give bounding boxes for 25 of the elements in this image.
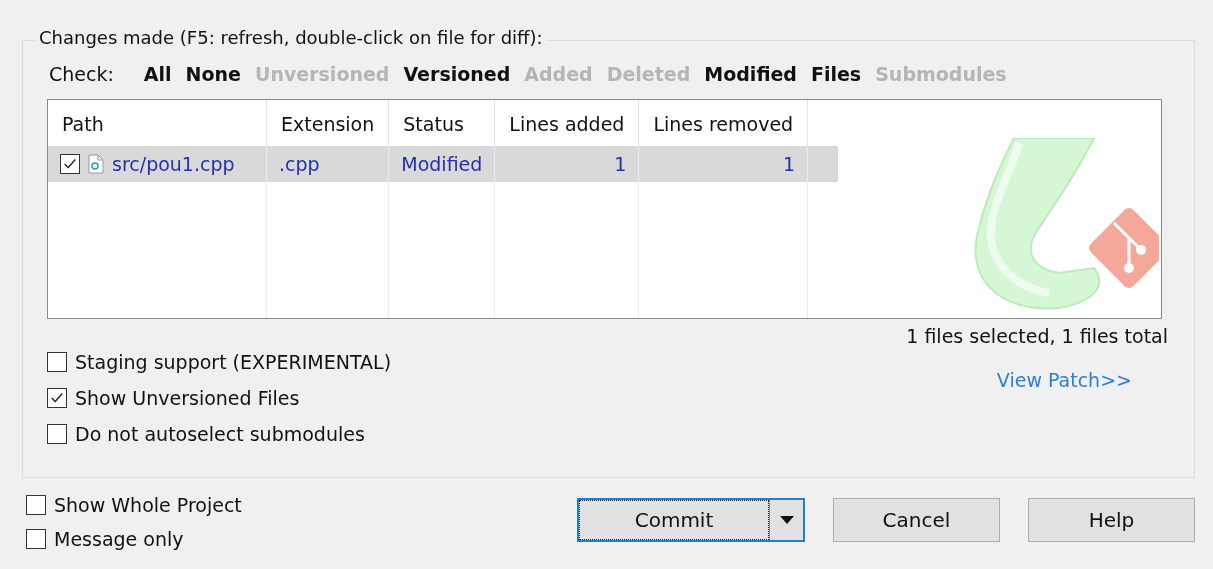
check-filter-link[interactable]: Versioned bbox=[403, 63, 511, 85]
check-label: Check: bbox=[49, 63, 114, 85]
checkbox[interactable] bbox=[60, 154, 80, 174]
check-filter-link[interactable]: Files bbox=[810, 63, 862, 85]
table-cell: 1 bbox=[494, 146, 639, 182]
option-checkbox[interactable]: Staging support (EXPERIMENTAL) bbox=[47, 351, 392, 373]
table-cell: .cpp bbox=[266, 146, 389, 182]
selection-summary: 1 files selected, 1 files total bbox=[906, 325, 1168, 347]
option-checkbox[interactable]: Show Whole Project bbox=[26, 494, 242, 516]
check-filter-link[interactable]: None bbox=[185, 63, 241, 85]
option-checkbox[interactable]: Do not autoselect submodules bbox=[47, 423, 392, 445]
cpp-file-icon bbox=[88, 154, 104, 174]
table-cell: Modified bbox=[388, 146, 495, 182]
option-checkbox[interactable]: Message only bbox=[26, 528, 242, 550]
option-checkbox[interactable]: Show Unversioned Files bbox=[47, 387, 392, 409]
table-cell: 1 bbox=[638, 146, 808, 182]
commit-button[interactable]: Commit bbox=[579, 500, 769, 540]
table-cell: src/pou1.cpp bbox=[48, 146, 267, 182]
check-filter-link[interactable]: Modified bbox=[704, 63, 797, 85]
caret-icon bbox=[779, 516, 794, 524]
check-filter-link[interactable]: All bbox=[143, 63, 172, 85]
view-patch-link[interactable]: View Patch>> bbox=[996, 369, 1132, 391]
cancel-button[interactable]: Cancel bbox=[833, 498, 1000, 542]
group-title: Changes made (F5: refresh, double-click on file for diff): bbox=[35, 27, 547, 48]
help-button[interactable]: Help bbox=[1028, 498, 1195, 542]
